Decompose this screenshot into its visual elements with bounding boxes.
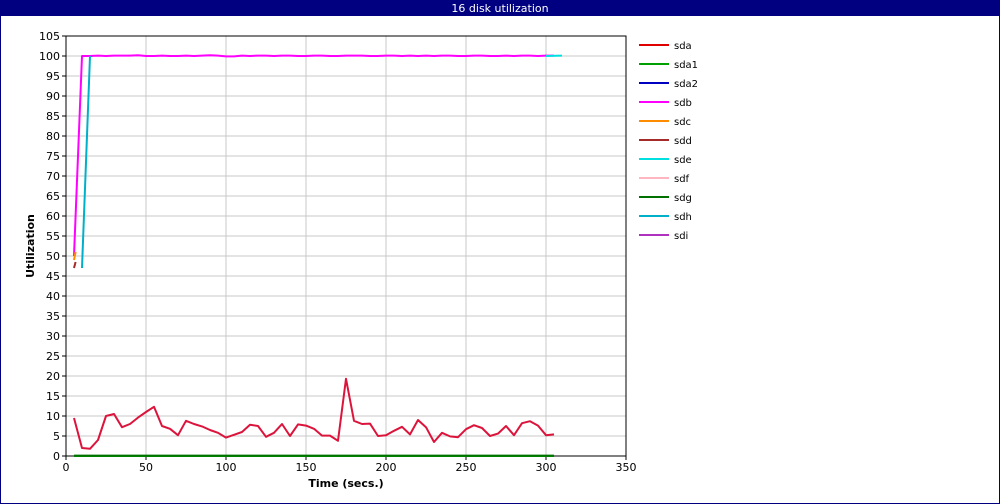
x-axis-ticks: 0 50 100 150 200 250 300 350 (63, 456, 637, 474)
utilization-chart: 0 50 100 150 200 250 300 350 0 5 10 15 20 25 30 35 40 45… (24, 30, 698, 490)
y-tick-label: 25 (46, 350, 60, 363)
legend-label: sdb (674, 98, 692, 109)
legend-label: sdg (674, 193, 692, 204)
y-tick-label: 75 (46, 150, 60, 163)
legend-label: sdc (674, 117, 691, 128)
grid (65, 35, 627, 457)
legend-label: sdf (674, 174, 690, 185)
chart-window: 16 disk utilization 0 50 100 150 200 250 300 35… (0, 0, 1000, 504)
legend: sda sda1 sda2 sdb sdc sdd sde sdf sdg sdh sdi (639, 41, 698, 242)
series-line-sdd (73, 261, 77, 269)
x-tick-label: 200 (376, 461, 397, 474)
x-tick-label: 250 (456, 461, 477, 474)
legend-label: sda2 (674, 79, 698, 90)
y-tick-label: 50 (46, 250, 60, 263)
legend-label: sda1 (674, 60, 698, 71)
y-tick-label: 80 (46, 130, 60, 143)
legend-label: sdd (674, 136, 692, 147)
y-tick-label: 65 (46, 190, 60, 203)
plot-area (65, 35, 627, 457)
y-tick-label: 70 (46, 170, 60, 183)
y-tick-label: 30 (46, 330, 60, 343)
y-tick-label: 55 (46, 230, 60, 243)
y-tick-label: 90 (46, 90, 60, 103)
x-tick-label: 150 (296, 461, 317, 474)
x-tick-label: 0 (63, 461, 70, 474)
x-tick-label: 350 (616, 461, 637, 474)
y-tick-label: 105 (39, 30, 60, 43)
y-tick-label: 15 (46, 390, 60, 403)
legend-label: sde (674, 155, 692, 166)
y-tick-label: 35 (46, 310, 60, 323)
y-tick-label: 0 (53, 450, 60, 463)
y-tick-label: 45 (46, 270, 60, 283)
y-tick-label: 10 (46, 410, 60, 423)
y-tick-label: 100 (39, 50, 60, 63)
x-axis-label: Time (secs.) (308, 477, 383, 490)
x-tick-label: 50 (139, 461, 153, 474)
y-axis-ticks: 0 5 10 15 20 25 30 35 40 45 50 55 60 65 70 75 80 85 90 95 10… (39, 30, 66, 463)
x-tick-label: 300 (536, 461, 557, 474)
y-axis-label: Utilization (24, 214, 37, 278)
legend-label: sdh (674, 212, 692, 223)
y-tick-label: 40 (46, 290, 60, 303)
y-tick-label: 85 (46, 110, 60, 123)
y-tick-label: 20 (46, 370, 60, 383)
y-tick-label: 5 (53, 430, 60, 443)
x-tick-label: 100 (216, 461, 237, 474)
legend-label: sdi (674, 231, 688, 242)
y-tick-label: 95 (46, 70, 60, 83)
y-tick-label: 60 (46, 210, 60, 223)
legend-label: sda (674, 41, 692, 52)
